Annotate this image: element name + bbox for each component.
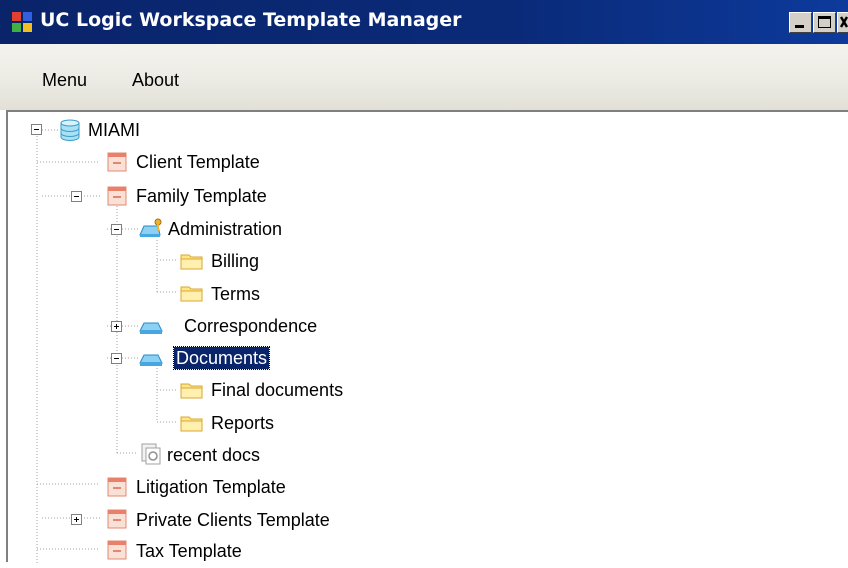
- tree-node-label: Billing: [211, 251, 260, 271]
- minimize-button[interactable]: [789, 12, 812, 33]
- tree-node-label: Client Template: [136, 152, 260, 172]
- close-button[interactable]: [837, 12, 848, 33]
- collapse-toggle[interactable]: [31, 124, 42, 135]
- menu-item-menu[interactable]: Menu: [42, 70, 87, 91]
- title-bar[interactable]: UC Logic Workspace Template Manager: [0, 0, 848, 44]
- collapse-toggle[interactable]: [71, 191, 82, 202]
- window-title: UC Logic Workspace Template Manager: [40, 9, 462, 31]
- tree-node-label: Final documents: [211, 380, 344, 400]
- tree-node-label: Family Template: [136, 186, 267, 206]
- app-icon: [12, 12, 32, 32]
- template-tree[interactable]: MIAMI Client Template Family Template Ad…: [6, 110, 848, 564]
- folder-icon: [180, 412, 203, 434]
- folder-icon: [180, 250, 203, 272]
- tree-node-label: Administration: [168, 219, 283, 239]
- template-icon: [106, 476, 128, 498]
- template-icon: [106, 151, 128, 173]
- tree-node-label: recent docs: [167, 445, 261, 465]
- drawer-icon: [138, 315, 163, 337]
- collapse-toggle[interactable]: [111, 353, 122, 364]
- folder-icon: [180, 282, 203, 304]
- folder-icon: [180, 379, 203, 401]
- menu-item-about[interactable]: About: [132, 70, 179, 91]
- tree-node-label: MIAMI: [88, 120, 140, 140]
- template-icon: [106, 185, 128, 207]
- database-icon: [58, 118, 80, 142]
- tree-node-label: Reports: [211, 413, 275, 433]
- tree-node-label: Litigation Template: [136, 477, 286, 497]
- expand-toggle[interactable]: [71, 514, 82, 525]
- drawer-key-icon: [138, 217, 162, 239]
- template-icon: [106, 539, 128, 561]
- collapse-toggle[interactable]: [111, 224, 122, 235]
- expand-toggle[interactable]: [111, 321, 122, 332]
- drawer-icon: [138, 347, 163, 369]
- tree-node-label: Correspondence: [184, 316, 318, 336]
- maximize-button[interactable]: [813, 12, 836, 33]
- tree-node-label: Terms: [211, 284, 260, 304]
- template-icon: [106, 508, 128, 530]
- tree-node-label: Tax Template: [136, 541, 242, 561]
- tree-node-label: Private Clients Template: [136, 510, 330, 530]
- tree-node-label-selected: Documents: [172, 346, 271, 370]
- recent-docs-icon: [140, 443, 162, 465]
- menu-bar: Menu About: [0, 44, 848, 110]
